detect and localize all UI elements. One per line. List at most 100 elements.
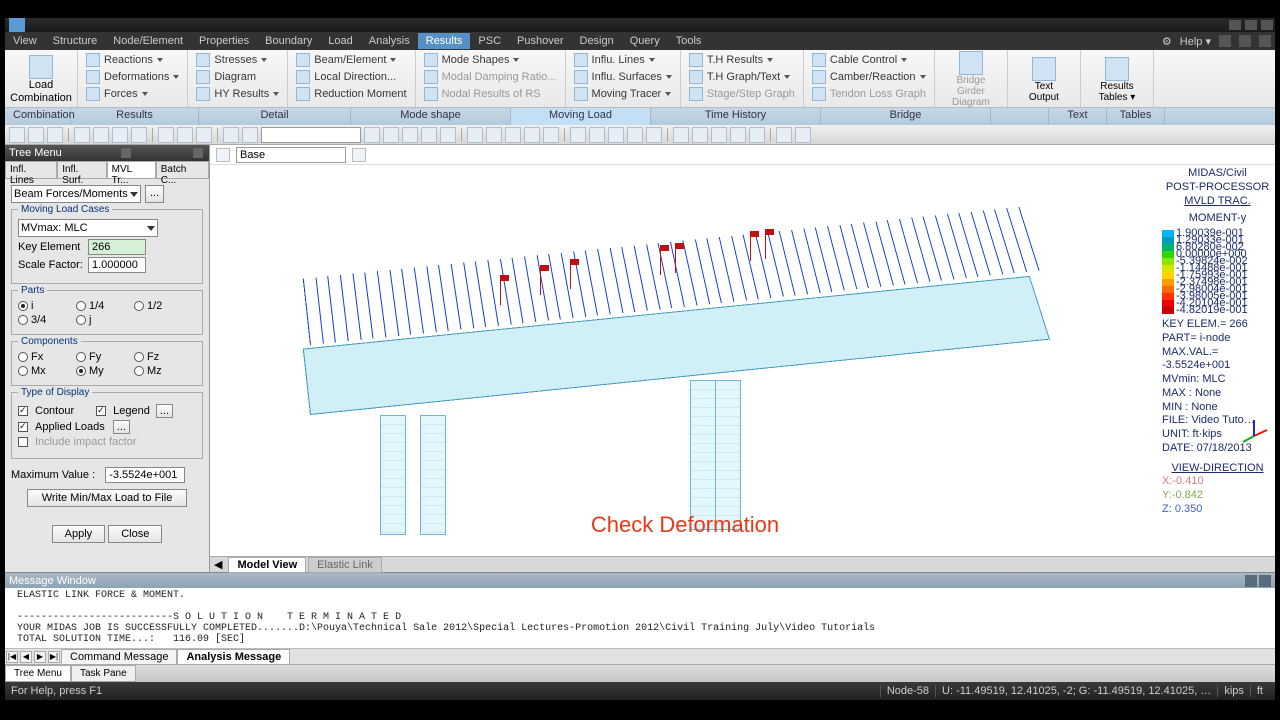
menu-view[interactable]: View: [5, 33, 45, 49]
toolbar-button[interactable]: [242, 127, 258, 143]
ribbon-t-h-results[interactable]: T.H Results: [687, 52, 797, 68]
settings-icon[interactable]: ⚙: [1162, 35, 1172, 48]
contour-checkbox[interactable]: [18, 406, 28, 416]
menu-psc[interactable]: PSC: [470, 33, 509, 49]
menu-analysis[interactable]: Analysis: [361, 33, 418, 49]
toolbar-button[interactable]: [627, 127, 643, 143]
toolbar-button[interactable]: [9, 127, 25, 143]
tab-prev-icon[interactable]: ◀: [210, 558, 226, 571]
tree-tab[interactable]: MVL Tr...: [107, 161, 156, 179]
legend-checkbox[interactable]: [96, 406, 106, 416]
legend-options-button[interactable]: ...: [156, 404, 173, 418]
ribbon-cable-control[interactable]: Cable Control: [810, 52, 928, 68]
menu-nodeelement[interactable]: Node/Element: [105, 33, 191, 49]
win-restore-icon[interactable]: [1239, 35, 1251, 47]
tab-model-view[interactable]: Model View: [228, 557, 306, 573]
toolbar-button[interactable]: [440, 127, 456, 143]
radio-1/2[interactable]: [134, 301, 144, 311]
toolbar-button[interactable]: [505, 127, 521, 143]
toolbar-button[interactable]: [131, 127, 147, 143]
win-min-icon[interactable]: [1219, 35, 1231, 47]
tree-tab[interactable]: Infl. Lines: [5, 161, 57, 179]
pin-icon[interactable]: [121, 148, 131, 158]
write-minmax-button[interactable]: Write Min/Max Load to File: [27, 489, 187, 507]
tree-tab[interactable]: Infl. Surf.: [57, 161, 106, 179]
menu-boundary[interactable]: Boundary: [257, 33, 320, 49]
tree-tab[interactable]: Batch C...: [156, 161, 209, 179]
toolbar-button[interactable]: [28, 127, 44, 143]
radio-mx[interactable]: [18, 366, 28, 376]
msg-next-icon[interactable]: ▶: [34, 651, 46, 663]
toolbar-button[interactable]: [730, 127, 746, 143]
toolbar-button[interactable]: [608, 127, 624, 143]
toolbar-button[interactable]: [74, 127, 90, 143]
toolbar-button[interactable]: [158, 127, 174, 143]
view-tool-icon[interactable]: [352, 148, 366, 162]
toolbar-button[interactable]: [421, 127, 437, 143]
tab-analysis-message[interactable]: Analysis Message: [177, 649, 290, 665]
radio-mz[interactable]: [134, 366, 144, 376]
status-unit-force[interactable]: kips: [1217, 685, 1250, 697]
load-combination-button[interactable]: LoadCombination: [11, 53, 71, 105]
tab-tree-menu[interactable]: Tree Menu: [5, 665, 71, 682]
message-close-icon[interactable]: [1259, 575, 1271, 587]
ribbon-hy-results[interactable]: HY Results: [194, 86, 281, 102]
toolbar-button[interactable]: [196, 127, 212, 143]
menu-pushover[interactable]: Pushover: [509, 33, 571, 49]
ribbon-influ--lines[interactable]: Influ. Lines: [572, 52, 674, 68]
message-pin-icon[interactable]: [1245, 575, 1257, 587]
toolbar-button[interactable]: [646, 127, 662, 143]
scale-factor-input[interactable]: [88, 257, 146, 273]
tab-command-message[interactable]: Command Message: [61, 649, 177, 665]
menu-query[interactable]: Query: [622, 33, 668, 49]
menu-tools[interactable]: Tools: [668, 33, 710, 49]
tab-task-pane[interactable]: Task Pane: [71, 665, 136, 682]
close-panel-icon[interactable]: [193, 148, 203, 158]
radio-fz[interactable]: [134, 352, 144, 362]
toolbar-button[interactable]: [364, 127, 380, 143]
radio-fy[interactable]: [76, 352, 86, 362]
toolbar-button[interactable]: [692, 127, 708, 143]
toolbar-button[interactable]: [486, 127, 502, 143]
tab-elastic-link[interactable]: Elastic Link: [308, 557, 382, 573]
toolbar-combo[interactable]: [261, 127, 361, 143]
msg-first-icon[interactable]: |◀: [6, 651, 18, 663]
ribbon-influ--surfaces[interactable]: Influ. Surfaces: [572, 69, 674, 85]
toolbar-button[interactable]: [749, 127, 765, 143]
applied-options-button[interactable]: ...: [113, 420, 130, 434]
applied-loads-checkbox[interactable]: [18, 422, 28, 432]
toolbar-button[interactable]: [93, 127, 109, 143]
toolbar-button[interactable]: [570, 127, 586, 143]
ribbon-results-tables[interactable]: ResultsTables ▾: [1087, 55, 1147, 105]
radio-my[interactable]: [76, 366, 86, 376]
toolbar-button[interactable]: [776, 127, 792, 143]
apply-button[interactable]: Apply: [52, 525, 106, 543]
result-type-combo[interactable]: Beam Forces/Moments: [11, 185, 141, 203]
view-icon[interactable]: [216, 148, 230, 162]
toolbar-button[interactable]: [795, 127, 811, 143]
msg-last-icon[interactable]: ▶|: [48, 651, 60, 663]
menu-design[interactable]: Design: [572, 33, 622, 49]
ribbon-reactions[interactable]: Reactions: [84, 52, 181, 68]
toolbar-button[interactable]: [543, 127, 559, 143]
toolbar-button[interactable]: [711, 127, 727, 143]
toolbar-button[interactable]: [673, 127, 689, 143]
ribbon-camber-reaction[interactable]: Camber/Reaction: [810, 69, 928, 85]
toolbar-button[interactable]: [467, 127, 483, 143]
close-button[interactable]: Close: [108, 525, 162, 543]
key-element-input[interactable]: [88, 239, 146, 255]
minimize-icon[interactable]: [1229, 20, 1241, 30]
menu-structure[interactable]: Structure: [45, 33, 106, 49]
ribbon-text-output[interactable]: TextOutput: [1014, 55, 1074, 105]
toolbar-button[interactable]: [589, 127, 605, 143]
help-menu[interactable]: Help ▾: [1180, 35, 1211, 48]
menu-load[interactable]: Load: [320, 33, 360, 49]
view-combo[interactable]: Base: [236, 147, 346, 163]
max-value-input[interactable]: [105, 467, 185, 483]
menu-results[interactable]: Results: [418, 33, 471, 49]
toolbar-button[interactable]: [524, 127, 540, 143]
ribbon-diagram[interactable]: Diagram: [194, 69, 281, 85]
ribbon-beam-element[interactable]: Beam/Element: [294, 52, 408, 68]
ribbon-stresses[interactable]: Stresses: [194, 52, 281, 68]
menu-properties[interactable]: Properties: [191, 33, 257, 49]
